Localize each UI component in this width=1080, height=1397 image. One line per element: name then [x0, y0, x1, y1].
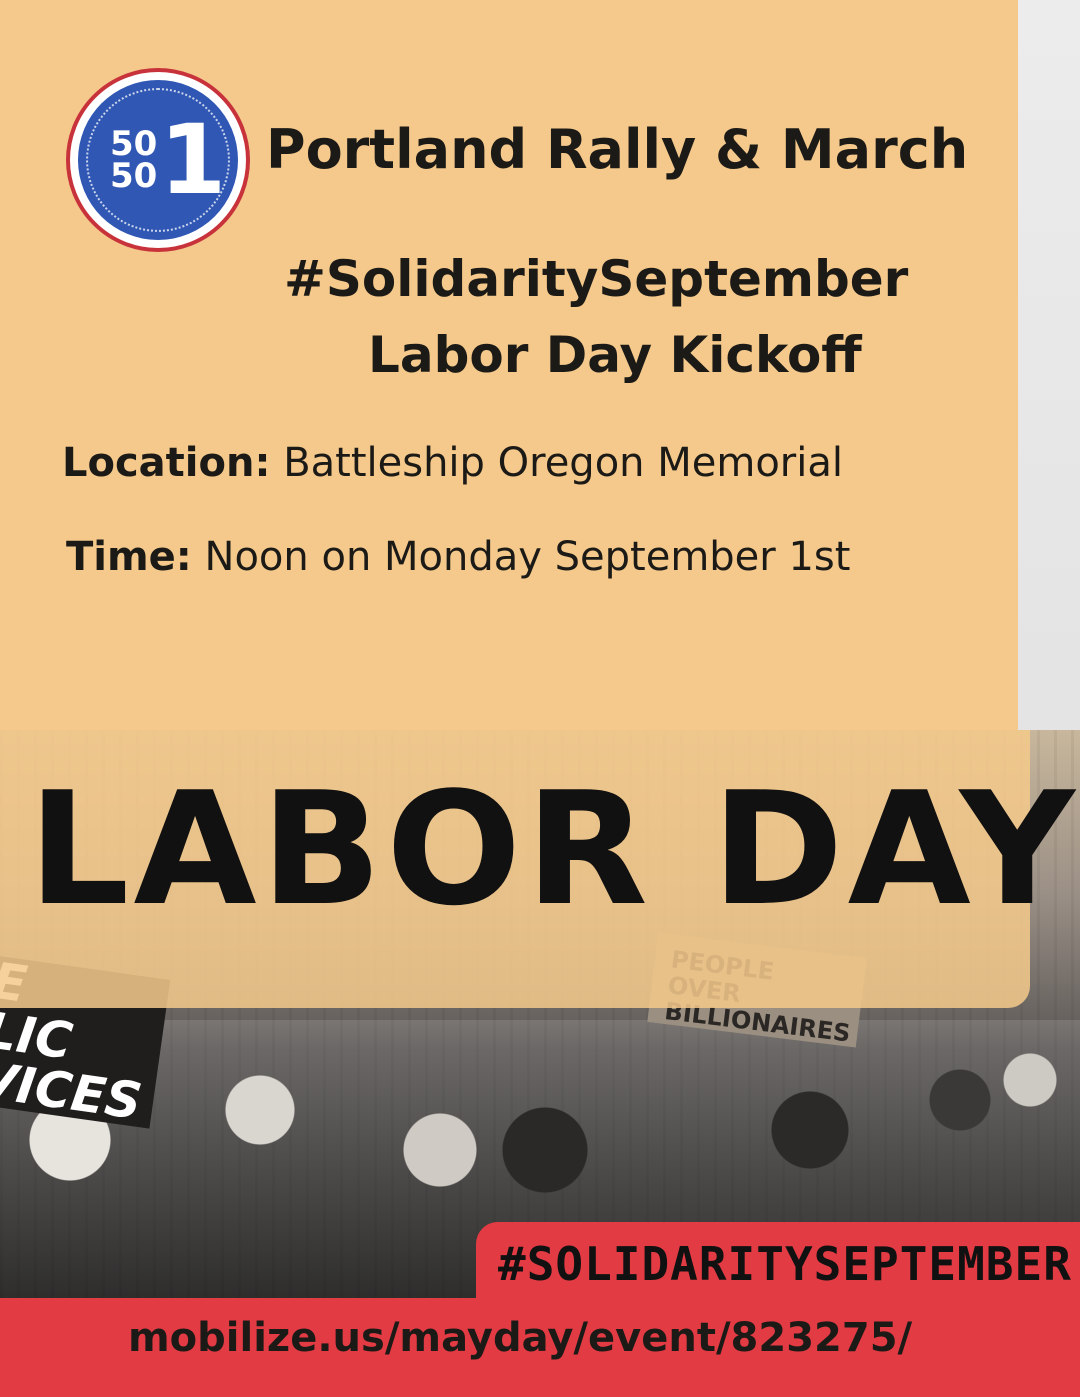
logo-badge: 50 50 1 [78, 80, 238, 240]
time-label: Time: [66, 534, 192, 580]
labor-day-headline: LABOR DAY [28, 758, 1079, 940]
location-line: Location: Battleship Oregon Memorial [62, 440, 843, 486]
hashtag-pill-text: #SOLIDARITYSEPTEMBER [498, 1237, 1072, 1291]
logo-big-number: 1 [159, 104, 227, 216]
time-line: Time: Noon on Monday September 1st [66, 534, 850, 580]
event-hashtag: #SolidaritySeptember [284, 250, 909, 308]
location-value: Battleship Oregon Memorial [283, 440, 843, 486]
logo-bottom-number: 50 [110, 156, 158, 196]
event-title: Portland Rally & March [266, 118, 969, 181]
event-url[interactable]: mobilize.us/mayday/event/823275/ [128, 1312, 912, 1364]
location-label: Location: [62, 440, 271, 486]
logo-mark: 50 50 1 [110, 104, 227, 216]
time-value: Noon on Monday September 1st [204, 534, 851, 580]
event-subtitle: Labor Day Kickoff [368, 326, 862, 384]
event-info-panel: 50 50 1 Portland Rally & March #Solidari… [0, 0, 1018, 760]
fifty-fifty-one-logo: 50 50 1 [66, 68, 250, 252]
